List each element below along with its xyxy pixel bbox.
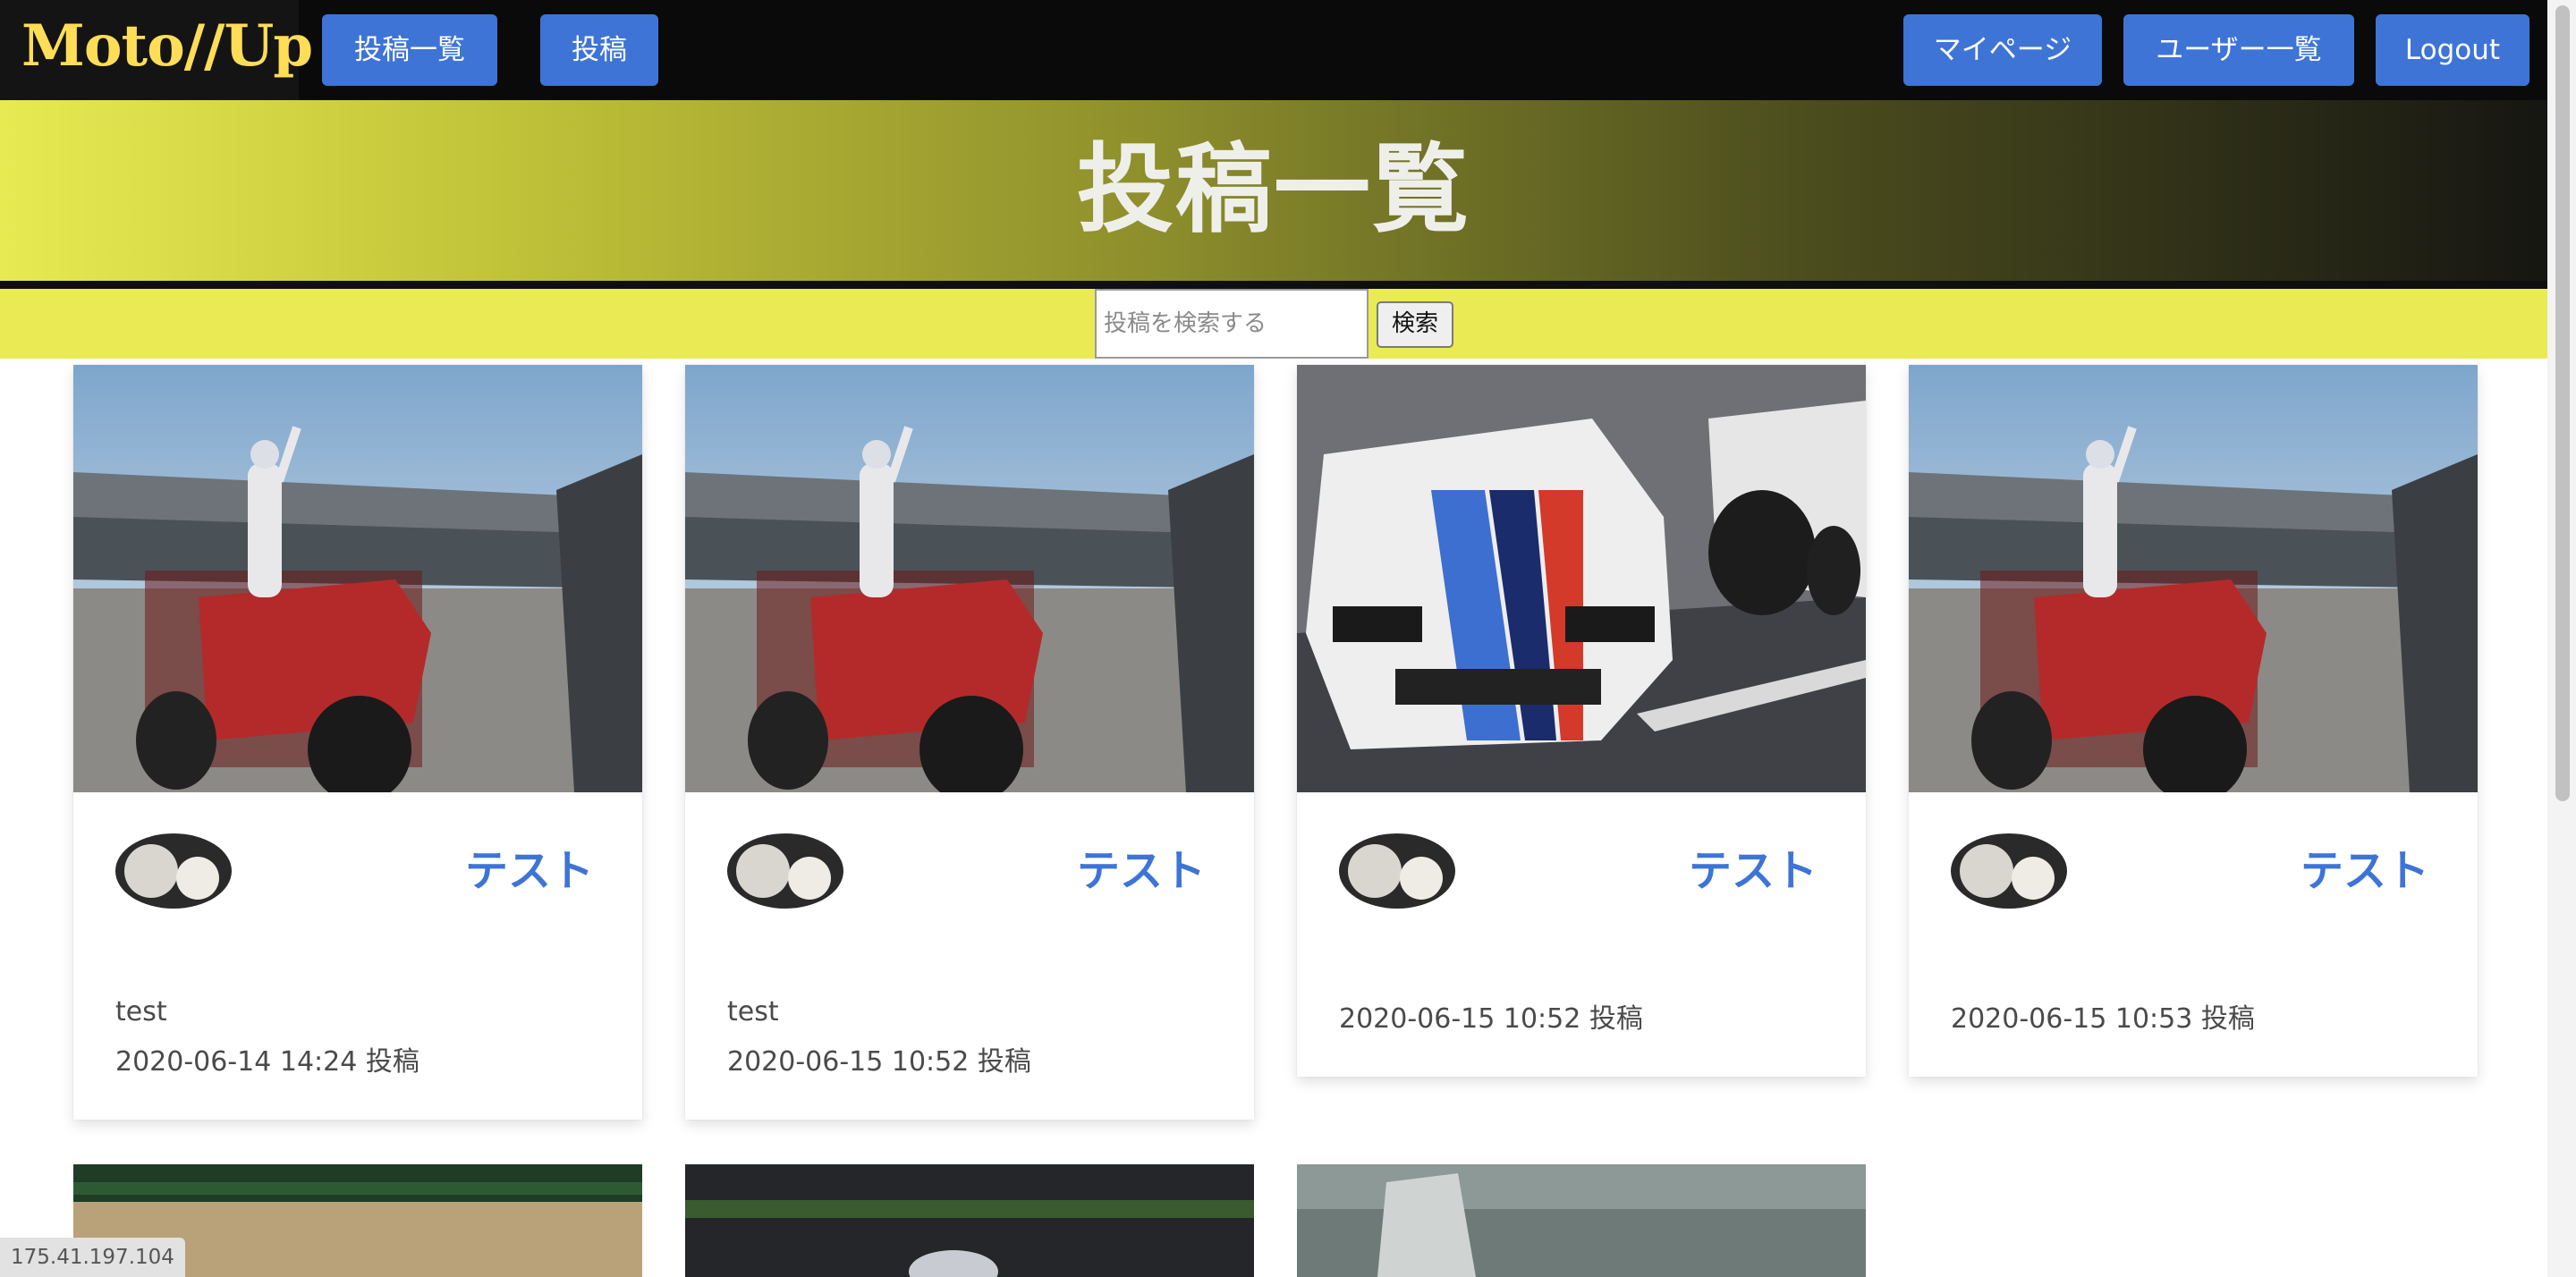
post-title[interactable]: テスト bbox=[2301, 835, 2429, 898]
post-card[interactable]: テスト test 2020-06-15 10:52 投稿 bbox=[685, 365, 1254, 1120]
post-image[interactable] bbox=[685, 1164, 1254, 1277]
users-list-button[interactable]: ユーザー一覧 bbox=[2123, 14, 2354, 86]
new-post-button[interactable]: 投稿 bbox=[540, 14, 658, 86]
ip-address-badge: 175.41.197.104 bbox=[0, 1238, 185, 1277]
user-avatar[interactable] bbox=[115, 833, 232, 909]
post-body: test bbox=[727, 996, 779, 1028]
search-button[interactable]: 検索 bbox=[1377, 301, 1453, 348]
post-image[interactable] bbox=[1297, 365, 1866, 792]
post-image[interactable] bbox=[1909, 365, 2478, 792]
post-title[interactable]: テスト bbox=[465, 835, 594, 898]
scrollbar-thumb[interactable] bbox=[2555, 5, 2570, 801]
post-card[interactable]: テスト 2020-06-15 10:52 投稿 bbox=[1297, 365, 1866, 1077]
post-date: 2020-06-15 10:52 投稿 bbox=[727, 1046, 1031, 1078]
user-avatar[interactable] bbox=[1339, 833, 1455, 909]
hero-banner: 投稿一覧 bbox=[0, 100, 2547, 281]
user-avatar[interactable] bbox=[727, 833, 843, 909]
scrollbar[interactable] bbox=[2547, 0, 2576, 1277]
hero-divider bbox=[0, 281, 2547, 289]
post-image[interactable] bbox=[1297, 1164, 1866, 1277]
post-title[interactable]: テスト bbox=[1077, 835, 1206, 898]
post-date: 2020-06-15 10:52 投稿 bbox=[1339, 1003, 1643, 1035]
user-avatar[interactable] bbox=[1951, 833, 2067, 909]
post-date: 2020-06-14 14:24 投稿 bbox=[115, 1046, 419, 1078]
post-body: test bbox=[115, 996, 167, 1028]
post-image[interactable] bbox=[73, 365, 642, 792]
search-input[interactable] bbox=[1095, 289, 1368, 359]
post-card[interactable] bbox=[1297, 1164, 1866, 1277]
page-title: 投稿一覧 bbox=[1076, 134, 1470, 246]
mypage-button[interactable]: マイページ bbox=[1903, 14, 2102, 86]
post-date: 2020-06-15 10:53 投稿 bbox=[1951, 1003, 2255, 1035]
post-card[interactable] bbox=[685, 1164, 1254, 1277]
posts-list-button[interactable]: 投稿一覧 bbox=[322, 14, 497, 86]
post-card[interactable]: テスト test 2020-06-14 14:24 投稿 bbox=[73, 365, 642, 1120]
navbar: Moto//Up 投稿一覧 投稿 マイページ ユーザー一覧 Logout bbox=[0, 0, 2547, 100]
post-image[interactable] bbox=[685, 365, 1254, 792]
search-bar: 検索 bbox=[0, 289, 2547, 359]
logout-button[interactable]: Logout bbox=[2376, 14, 2529, 86]
brand-logo[interactable]: Moto//Up bbox=[0, 0, 313, 100]
post-card[interactable]: テスト 2020-06-15 10:53 投稿 bbox=[1909, 365, 2478, 1077]
post-title[interactable]: テスト bbox=[1689, 835, 1818, 898]
